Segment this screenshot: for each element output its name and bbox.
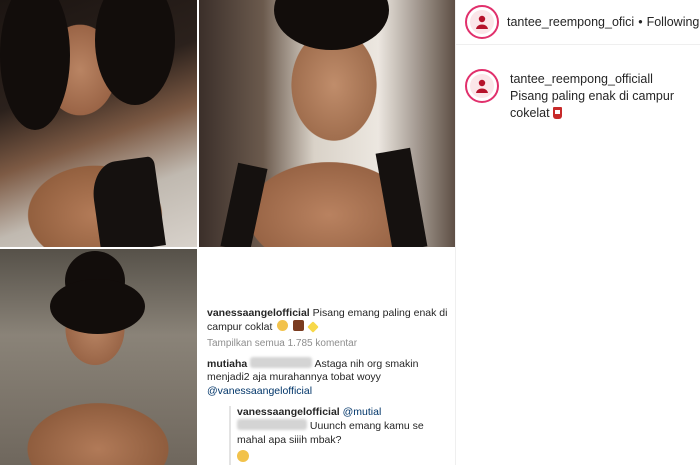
- comments-screenshot: vanessaangelofficial Pisang emang paling…: [199, 249, 455, 465]
- top-garment: [375, 147, 428, 247]
- hair-shape: [0, 0, 70, 130]
- comment-item: mutiaha Astaga nih org smakin menjadi2 a…: [207, 356, 449, 398]
- following-button[interactable]: Following: [647, 15, 700, 29]
- reply-mention[interactable]: @mutial: [343, 406, 382, 418]
- hair-shape: [274, 0, 389, 50]
- caption-body: Pisang paling enak di campur cokelat: [510, 88, 674, 120]
- author-username-link[interactable]: tantee_reempong_ofici: [507, 15, 634, 29]
- reply-comment: vanessaangelofficial @mutial Uuunch eman…: [229, 405, 449, 465]
- author-username: tantee_reempong_ofici • Following: [507, 15, 699, 29]
- comment-username[interactable]: mutiaha: [207, 358, 247, 370]
- chocolate-emoji-icon: [293, 320, 305, 332]
- selfie-photo-right: [199, 0, 455, 247]
- hair-shape: [50, 279, 145, 334]
- brand-avatar-icon: [476, 15, 488, 29]
- top-comment: vanessaangelofficial Pisang emang paling…: [207, 307, 449, 335]
- portrait-photo-bottom: [0, 249, 197, 465]
- comment-mention[interactable]: @vanessaangelofficial: [207, 385, 312, 397]
- selfie-photo-left: [0, 0, 197, 247]
- tumbler-emoji-icon: [552, 106, 562, 119]
- redacted-username: [237, 419, 307, 431]
- caption-username[interactable]: tantee_reempong_officiall: [510, 72, 653, 86]
- comment-username[interactable]: vanessaangelofficial: [207, 307, 310, 319]
- brand-avatar-icon: [476, 79, 488, 93]
- post-caption: tantee_reempong_officiall Pisang paling …: [456, 45, 700, 122]
- banana-emoji-icon: [277, 320, 289, 332]
- author-avatar[interactable]: [465, 5, 499, 39]
- reply-username[interactable]: vanessaangelofficial: [237, 406, 340, 418]
- view-all-comments-link[interactable]: Tampilkan semua 1.785 komentar: [207, 338, 449, 351]
- top-garment: [89, 155, 166, 247]
- post-header: tantee_reempong_ofici • Following: [456, 0, 700, 45]
- redacted-username: [250, 356, 313, 368]
- post-sidebar: tantee_reempong_ofici • Following tantee_r…: [455, 0, 700, 465]
- post-image-collage[interactable]: vanessaangelofficial Pisang emang paling…: [0, 0, 455, 465]
- caption-text-block: tantee_reempong_officiall Pisang paling …: [510, 69, 690, 122]
- sparkles-emoji-icon: [307, 321, 319, 334]
- separator-dot: •: [638, 15, 643, 29]
- caption-avatar[interactable]: [465, 69, 499, 103]
- hair-shape: [95, 0, 175, 105]
- face-emoji-icon: [237, 450, 249, 463]
- top-garment: [220, 162, 268, 247]
